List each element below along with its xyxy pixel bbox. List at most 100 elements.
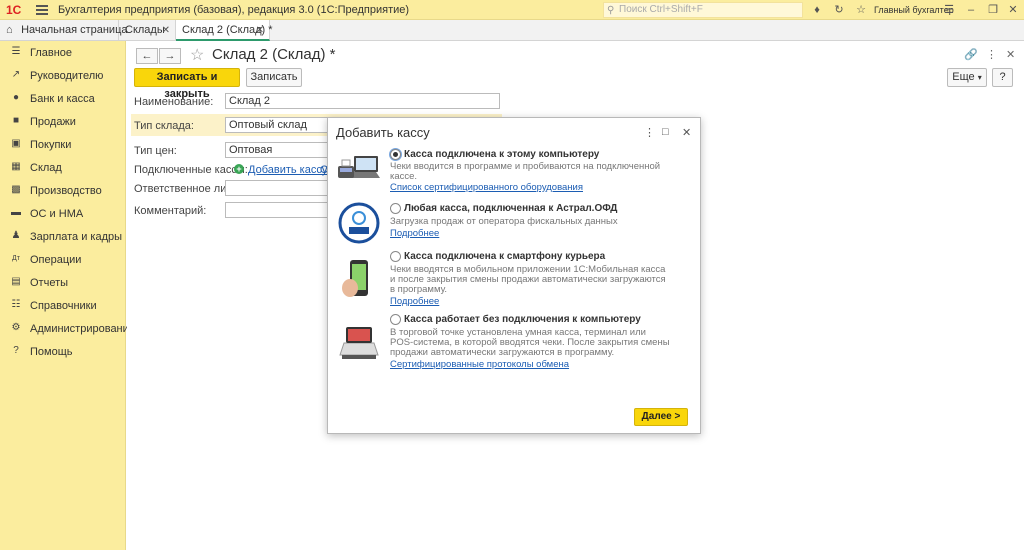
comment-label: Комментарий: [134, 205, 207, 217]
history-icon[interactable]: ↻ [832, 3, 846, 17]
favorites-star-icon[interactable]: ☆ [854, 3, 868, 17]
option-title: Любая касса, подключенная к Астрал.ОФД [404, 203, 618, 214]
option-description: Чеки вводятся в мобильном приложении 1С:… [390, 264, 666, 295]
option-title: Касса работает без подключения к компьют… [404, 314, 641, 325]
sidebar-item-manager[interactable]: ↗ Руководителю [0, 65, 126, 87]
next-button[interactable]: Далее > [634, 408, 688, 426]
type-field[interactable]: Оптовый склад [225, 117, 335, 133]
sidebar-item-label: ОС и НМА [30, 208, 84, 220]
restore-icon[interactable]: ❐ [986, 3, 1000, 17]
tabs-bar: ⌂ Начальная страница Склады ✕ Склад 2 (С… [0, 20, 1024, 41]
sidebar-item-label: Продажи [30, 116, 76, 128]
chevron-down-icon: ▾ [977, 73, 982, 82]
link-icon[interactable]: 🔗 [964, 48, 978, 61]
factory-icon: ▩ [11, 184, 21, 195]
smart-terminal-icon [339, 327, 379, 359]
option-description: Загрузка продаж от оператора фискальных … [390, 216, 618, 227]
sidebar-item-warehouse[interactable]: ▦ Склад [0, 157, 126, 179]
smartphone-icon [342, 260, 368, 297]
tab-sklady[interactable]: Склады ✕ [119, 20, 176, 41]
option-description: Чеки вводится в программе и пробиваются … [390, 161, 661, 182]
form-title: Склад 2 (Склад) * [212, 46, 336, 63]
radio-courier-smartphone[interactable] [390, 251, 401, 262]
radio-astral-ofd[interactable] [390, 203, 401, 214]
main-menu-icon[interactable] [36, 3, 48, 17]
search-icon: ⚲ [607, 5, 615, 16]
close-form-icon[interactable]: ✕ [1006, 48, 1015, 61]
app-title: Бухгалтерия предприятия (базовая), редак… [58, 4, 410, 16]
title-bar: 1С Бухгалтерия предприятия (базовая), ре… [0, 0, 1024, 20]
home-icon: ⌂ [6, 24, 13, 36]
close-tab-icon[interactable]: ✕ [162, 20, 170, 41]
save-and-close-button[interactable]: Записать и закрыть [134, 68, 240, 100]
chart-line-icon: ↗ [11, 69, 21, 80]
cash-register-laptop-icon [338, 156, 380, 178]
bell-icon[interactable]: ♦ [810, 3, 824, 17]
more-button[interactable]: Еще ▾ [947, 68, 987, 87]
menu-icon: ☰ [11, 46, 21, 57]
add-kassa-dialog: Добавить кассу ⋮ □ ✕ Касса подключена к … [327, 117, 701, 434]
sidebar-item-directories[interactable]: ☷ Справочники [0, 295, 126, 317]
price-type-field[interactable]: Оптовая [225, 142, 335, 158]
equipment-list-link[interactable]: Список сертифицированного оборудования [390, 182, 583, 193]
radio-standalone-kassa[interactable] [390, 314, 401, 325]
add-kassa-link[interactable]: Добавить кассу [248, 164, 327, 176]
bag-icon: ■ [12, 115, 20, 126]
option-title: Касса подключена к этому компьютеру [404, 149, 600, 160]
sidebar-item-reports[interactable]: ▤ Отчеты [0, 272, 126, 294]
save-button[interactable]: Записать [246, 68, 302, 87]
more-info-link[interactable]: Подробнее [390, 296, 439, 307]
astral-ofd-logo [338, 202, 380, 244]
close-icon[interactable]: ✕ [682, 126, 691, 139]
sidebar-item-label: Покупки [30, 139, 72, 151]
maximize-icon[interactable]: □ [662, 126, 669, 138]
close-tab-icon[interactable]: ✕ [256, 20, 264, 41]
sidebar-item-fixed-assets[interactable]: ▬ ОС и НМА [0, 203, 126, 225]
option-description: В торговой точке установлена умная касса… [390, 327, 670, 358]
sidebar-item-label: Производство [30, 185, 102, 197]
sidebar-item-bank[interactable]: ● Банк и касса [0, 88, 126, 110]
close-app-icon[interactable]: ✕ [1006, 3, 1020, 17]
forward-button[interactable]: → [159, 48, 181, 64]
cart-icon: ▣ [11, 138, 21, 149]
tab-sklad-2[interactable]: Склад 2 (Склад) * ✕ [176, 20, 273, 41]
sidebar-item-sales[interactable]: ■ Продажи [0, 111, 126, 133]
name-label: Наименование: [134, 96, 214, 108]
sidebar-item-purchases[interactable]: ▣ Покупки [0, 134, 126, 156]
name-field[interactable]: Склад 2 [225, 93, 500, 109]
help-button[interactable]: ? [992, 68, 1013, 87]
more-info-link[interactable]: Подробнее [390, 228, 439, 239]
kassy-label: Подключенные кассы: [134, 164, 248, 176]
sidebar-item-production[interactable]: ▩ Производство [0, 180, 126, 202]
tab-label: Склады [125, 24, 165, 36]
favorite-star-icon[interactable]: ☆ [190, 45, 204, 65]
settings-menu-icon[interactable]: ☰ [942, 3, 956, 17]
global-search-input[interactable]: ⚲ Поиск Ctrl+Shift+F [603, 2, 803, 18]
sidebar: ☰ Главное ↗ Руководителю ● Банк и касса ■ Пр… [0, 41, 135, 550]
sidebar-item-label: Главное [30, 47, 73, 59]
radio-local-kassa[interactable] [390, 149, 401, 160]
type-label: Тип склада: [134, 120, 194, 132]
sidebar-item-operations[interactable]: Дт Операции [0, 249, 126, 271]
operations-icon: Дт [12, 255, 20, 262]
minimize-icon[interactable]: – [964, 3, 978, 17]
sidebar-item-label: Склад [30, 162, 62, 174]
more-vertical-icon[interactable]: ⋮ [986, 48, 997, 61]
protocols-link[interactable]: Сертифицированные протоколы обмена [390, 359, 569, 370]
sidebar-item-admin[interactable]: ⚙ Администрирование [0, 318, 135, 340]
responsible-field[interactable] [225, 180, 335, 196]
sidebar-item-main[interactable]: ☰ Главное [0, 42, 126, 64]
sidebar-item-salary[interactable]: ♟ Зарплата и кадры [0, 226, 126, 248]
sidebar-item-help[interactable]: ? Помощь [0, 341, 126, 363]
tab-home[interactable]: ⌂ Начальная страница [0, 20, 128, 41]
dialog-title: Добавить кассу [336, 125, 430, 140]
sidebar-item-label: Справочники [30, 300, 97, 312]
book-icon: ☷ [11, 299, 21, 310]
comment-field[interactable] [225, 202, 335, 218]
sidebar-item-label: Банк и касса [30, 93, 95, 105]
sidebar-item-label: Администрирование [30, 323, 135, 335]
back-button[interactable]: ← [136, 48, 158, 64]
more-vertical-icon[interactable]: ⋮ [644, 126, 655, 139]
sidebar-item-label: Зарплата и кадры [30, 231, 123, 243]
sidebar-item-label: Руководителю [30, 70, 104, 82]
